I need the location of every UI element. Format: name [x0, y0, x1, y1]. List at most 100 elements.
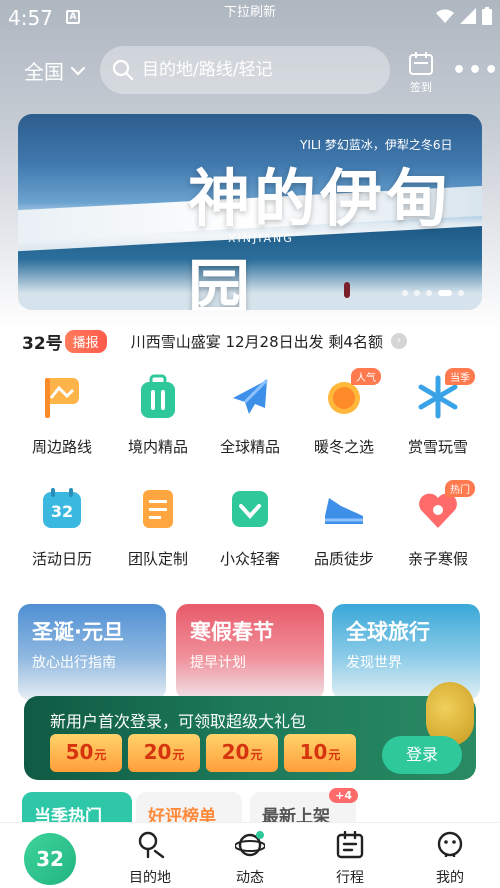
tab-label: 目的地: [129, 870, 171, 886]
region-label: 全国: [24, 60, 64, 84]
chevron-down-icon: [70, 66, 86, 76]
tab-feed[interactable]: 动态: [200, 831, 300, 887]
region-selector[interactable]: 全国: [24, 56, 86, 85]
bottom-navigation: 32 目的地 动态 行程 我的: [0, 822, 500, 888]
snowflake-icon: 当季: [415, 368, 475, 420]
banner-latin: XINJIANG: [228, 232, 294, 245]
carousel-dot[interactable]: [402, 290, 408, 296]
carousel-dot-active[interactable]: [438, 290, 452, 296]
signin-button[interactable]: 签到: [404, 50, 438, 95]
coupon: 20 元: [206, 734, 278, 772]
promo-card-title: 寒假春节: [190, 620, 274, 644]
category-全球精品[interactable]: 全球精品: [200, 374, 300, 457]
new-count-badge: +4: [329, 788, 358, 803]
category-label: 小众轻奢: [219, 550, 280, 568]
signin-label: 签到: [410, 81, 432, 94]
category-label: 全球精品: [219, 438, 280, 456]
announcement-bar[interactable]: 32号 播报 川西雪山盛宴 12月28日出发 剩4名额 ›: [22, 328, 482, 354]
promo-card-title: 圣诞·元旦: [32, 620, 124, 644]
login-button[interactable]: 登录: [382, 736, 462, 774]
traveler-figure: [344, 282, 350, 298]
tab-itinerary[interactable]: 行程: [300, 830, 400, 887]
category-badge: 当季: [445, 368, 475, 385]
tab-profile[interactable]: 我的: [400, 831, 500, 887]
announcement-text: 川西雪山盛宴 12月28日出发 剩4名额: [130, 332, 383, 351]
itinerary-icon: [336, 830, 364, 859]
category-badge: 热门: [445, 480, 475, 497]
category-label: 品质徒步: [313, 550, 374, 568]
planet-icon: [234, 831, 266, 857]
coupon-amount: 50: [65, 740, 94, 764]
promo-card-subtitle: 发现世界: [346, 655, 402, 671]
coupon-amount: 20: [143, 740, 172, 764]
chevron-right-icon: ›: [390, 333, 407, 349]
carousel-dot[interactable]: [414, 290, 420, 296]
home-tab[interactable]: 32: [24, 833, 76, 885]
category-label: 周边路线: [31, 438, 92, 456]
brand-logo: 32号: [22, 333, 63, 354]
search-bar[interactable]: [100, 46, 390, 94]
category-label: 暖冬之选: [313, 438, 374, 456]
diamond-icon: [227, 486, 273, 532]
login-message: 新用户首次登录，可领取超级大礼包: [50, 712, 307, 731]
luggage-icon: [135, 374, 181, 420]
tab-label: 动态: [236, 870, 264, 886]
category-小众轻奢[interactable]: 小众轻奢: [200, 486, 300, 569]
category-品质徒步[interactable]: 品质徒步: [294, 486, 394, 569]
promo-card-winter-break[interactable]: 寒假春节 提早计划: [176, 604, 324, 700]
category-label: 亲子寒假: [407, 550, 468, 568]
category-赏雪玩雪[interactable]: 当季 赏雪玩雪: [388, 368, 488, 457]
plane-icon: [227, 374, 273, 420]
broadcast-tag: 播报: [64, 329, 107, 353]
search-input[interactable]: [142, 60, 372, 80]
tab-destination[interactable]: 目的地: [100, 831, 200, 887]
category-亲子寒假[interactable]: 热门 亲子寒假: [388, 480, 488, 569]
carousel-dot[interactable]: [426, 290, 432, 296]
coupon-unit: 元: [250, 748, 263, 762]
category-暖冬之选[interactable]: 人气 暖冬之选: [294, 368, 394, 457]
coupon: 50 元: [50, 734, 122, 772]
carousel-dot[interactable]: [458, 290, 464, 296]
category-活动日历[interactable]: 32 活动日历: [12, 486, 112, 569]
category-label: 赏雪玩雪: [407, 438, 468, 456]
flag-icon: [39, 374, 85, 420]
hero-banner[interactable]: YILI 梦幻蓝冰，伊犁之冬6日 神的伊甸园 XINJIANG: [18, 114, 482, 310]
calendar-number: 32: [50, 502, 74, 521]
top-header: 全国 签到 •••: [0, 44, 500, 94]
signal-icon: [460, 8, 476, 24]
banner-headline: 神的伊甸园: [188, 162, 453, 310]
coupon-unit: 元: [94, 748, 107, 762]
calendar-icon: 32: [39, 486, 85, 532]
pull-to-refresh-hint: 下拉刷新: [223, 5, 276, 20]
search-icon: [112, 59, 134, 81]
category-label: 境内精品: [127, 438, 188, 456]
promo-card-title: 全球旅行: [346, 620, 430, 644]
category-境内精品[interactable]: 境内精品: [108, 374, 208, 457]
status-bar: 4:57 A 下拉刷新: [0, 0, 500, 34]
coupon: 20 元: [128, 734, 200, 772]
coupon-unit: 元: [172, 748, 185, 762]
category-周边路线[interactable]: 周边路线: [12, 374, 112, 457]
coupon-amount: 20: [221, 740, 250, 764]
promo-card-christmas[interactable]: 圣诞·元旦 放心出行指南: [18, 604, 166, 700]
new-user-login-banner[interactable]: 新用户首次登录，可领取超级大礼包 50 元 20 元 20 元 10 元 登录: [24, 682, 476, 780]
category-label: 活动日历: [31, 550, 92, 568]
category-label: 团队定制: [127, 550, 188, 568]
coupon: 10 元: [284, 734, 356, 772]
sun-icon: 人气: [321, 368, 381, 420]
coupon-list: 50 元 20 元 20 元 10 元: [50, 734, 356, 772]
heart-icon: 热门: [415, 480, 475, 532]
category-badge: 人气: [351, 368, 381, 385]
category-团队定制[interactable]: 团队定制: [108, 486, 208, 569]
calendar-check-icon: [409, 52, 433, 75]
more-menu-icon[interactable]: •••: [452, 58, 500, 83]
document-icon: [135, 486, 181, 532]
tab-label: 行程: [336, 870, 364, 886]
shoe-icon: [321, 486, 367, 532]
profile-icon: [437, 831, 463, 857]
promo-card-subtitle: 提早计划: [190, 655, 246, 671]
coupon-unit: 元: [328, 748, 341, 762]
carousel-dots: [402, 290, 464, 296]
promo-card-subtitle: 放心出行指南: [32, 655, 116, 671]
tab-label: 我的: [436, 870, 464, 886]
